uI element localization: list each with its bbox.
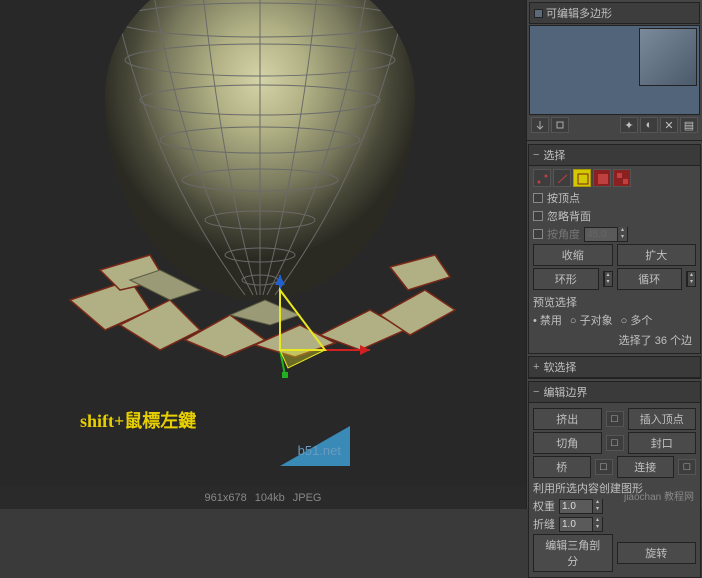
loop-up-icon[interactable]: ▴ (687, 272, 695, 279)
model-vessel (90, 0, 430, 355)
vertex-icon[interactable] (533, 169, 551, 187)
turn-button[interactable]: 旋转 (617, 542, 697, 564)
angle-spinner: ▴▾ (584, 227, 628, 242)
rollout-selection-header[interactable]: − 选择 (529, 145, 700, 166)
watermark-small: jiaochan 教程网 (624, 488, 694, 503)
plus-icon: + (533, 361, 539, 373)
rollout-selection: − 选择 按顶点 忽略背面 按角度 ▴▾ 收缩 扩大 环形 ▴▾ (528, 144, 701, 354)
by-angle-label: 按角度 (547, 226, 580, 242)
crease-spinner[interactable]: ▴▾ (559, 517, 603, 532)
shrink-button[interactable]: 收缩 (533, 244, 613, 266)
connect-button[interactable]: 连接 (617, 456, 675, 478)
configure-icon[interactable]: ✦ (620, 117, 638, 133)
footer-size: 104kb (255, 492, 285, 504)
multi-radio-label[interactable]: 多个 (630, 315, 652, 327)
modifier-list[interactable] (529, 25, 700, 115)
chamfer-settings-icon[interactable]: □ (606, 435, 624, 451)
rollout-edit-edges: − 编辑边界 挤出 □ 插入顶点 切角 □ 封口 桥 □ 连接 □ 利用所选内容… (528, 381, 701, 578)
weight-label: 权重 (533, 498, 555, 514)
stack-toolbar: ✦ ◐ ✕ ▤ (529, 115, 700, 135)
rollout-soft-selection: + 软选择 (528, 356, 701, 379)
loop-button[interactable]: 循环 (617, 268, 683, 290)
pin-stack-icon[interactable] (531, 117, 549, 133)
modifier-toggle-icon[interactable] (534, 9, 543, 18)
by-angle-checkbox[interactable] (533, 229, 543, 239)
petals-svg (50, 240, 470, 360)
preview-sel-label: 预览选择 (533, 294, 577, 310)
footer-dims: 961x678 (205, 492, 247, 504)
weight-spinner[interactable]: ▴▾ (559, 499, 603, 514)
image-footer: 961x678 104kb JPEG (0, 487, 526, 509)
modifier-name: 可编辑多边形 (546, 5, 612, 21)
soft-title: 软选择 (543, 359, 576, 375)
element-icon[interactable] (613, 169, 631, 187)
edit-tri-button[interactable]: 编辑三角剖分 (533, 534, 613, 572)
ring-button[interactable]: 环形 (533, 268, 599, 290)
polygon-icon[interactable] (593, 169, 611, 187)
extrude-settings-icon[interactable]: □ (606, 411, 624, 427)
ignore-backface-checkbox[interactable] (533, 211, 543, 221)
remove-mod-icon[interactable]: ✕ (660, 117, 678, 133)
angle-input (585, 229, 617, 240)
edit-edges-title: 编辑边界 (543, 384, 587, 400)
border-icon[interactable] (573, 169, 591, 187)
modifier-header[interactable]: 可编辑多边形 (529, 2, 700, 24)
footer-format: JPEG (293, 492, 322, 504)
by-vertex-label: 按顶点 (547, 190, 580, 206)
minus-icon: − (533, 386, 539, 398)
bridge-settings-icon[interactable]: □ (595, 459, 613, 475)
ignore-backface-label: 忽略背面 (547, 208, 591, 224)
show-result-icon[interactable] (551, 117, 569, 133)
stack-options-icon[interactable]: ▤ (680, 117, 698, 133)
minus-icon: − (533, 149, 539, 161)
command-panel: 可编辑多边形 ✦ ◐ ✕ ▤ − 选择 (526, 0, 702, 509)
edge-icon[interactable] (553, 169, 571, 187)
spinner-up-icon[interactable]: ▴ (592, 517, 602, 524)
spinner-up-icon[interactable]: ▴ (592, 499, 602, 506)
disable-radio-label[interactable]: 禁用 (540, 315, 562, 327)
grow-button[interactable]: 扩大 (617, 244, 697, 266)
selection-title: 选择 (543, 147, 565, 163)
insert-vertex-button[interactable]: 插入顶点 (628, 408, 697, 430)
crease-label: 折缝 (533, 516, 555, 532)
annotation-text: shift+鼠標左鍵 (80, 407, 196, 433)
subobj-radio-label[interactable]: 子对象 (580, 315, 613, 327)
watermark: b51.net (298, 443, 341, 458)
preview-thumb (639, 28, 697, 86)
rollout-edit-edges-header[interactable]: − 编辑边界 (529, 382, 700, 403)
by-vertex-checkbox[interactable] (533, 193, 543, 203)
cap-button[interactable]: 封口 (628, 432, 697, 454)
crease-input[interactable] (560, 519, 592, 530)
selection-info: 选择了 36 个边 (533, 330, 696, 350)
viewport[interactable]: shift+鼠標左鍵 b51.net (0, 0, 526, 488)
extrude-button[interactable]: 挤出 (533, 408, 602, 430)
bridge-button[interactable]: 桥 (533, 456, 591, 478)
modifier-stack: 可编辑多边形 ✦ ◐ ✕ ▤ (527, 0, 702, 137)
ring-down-icon[interactable]: ▾ (604, 279, 612, 286)
weight-input[interactable] (560, 501, 592, 512)
subobject-icons (533, 169, 696, 187)
spinner-down-icon[interactable]: ▾ (592, 524, 602, 531)
chamfer-button[interactable]: 切角 (533, 432, 602, 454)
connect-settings-icon[interactable]: □ (678, 459, 696, 475)
rollout-soft-header[interactable]: + 软选择 (529, 357, 700, 378)
spinner-down-icon[interactable]: ▾ (592, 506, 602, 513)
loop-down-icon[interactable]: ▾ (687, 279, 695, 286)
make-unique-icon[interactable]: ◐ (640, 117, 658, 133)
base-petals (50, 240, 470, 360)
ring-up-icon[interactable]: ▴ (604, 272, 612, 279)
